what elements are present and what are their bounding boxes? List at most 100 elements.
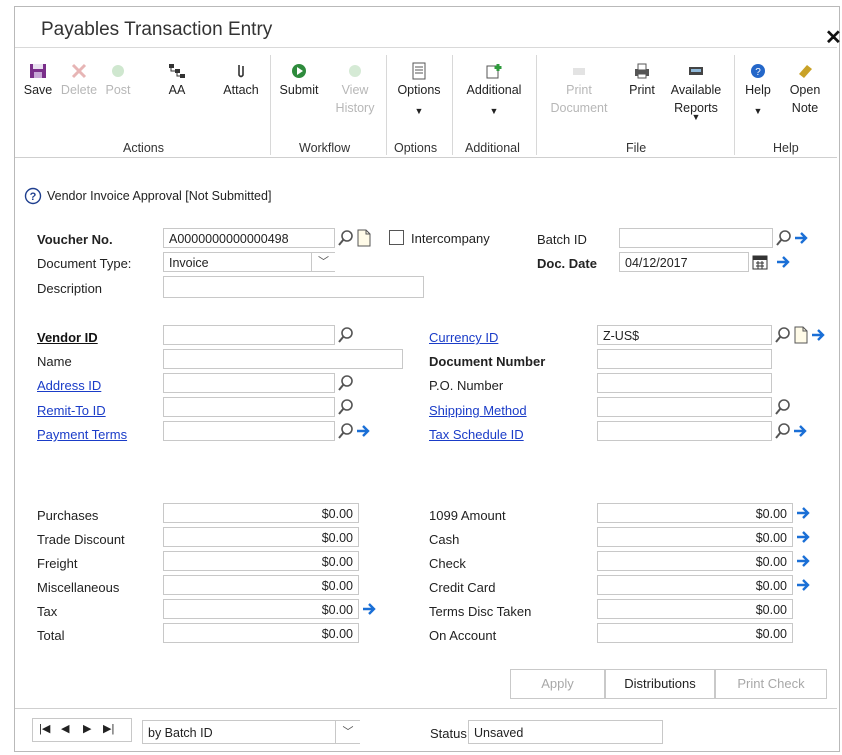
new-document-icon[interactable] [793, 326, 809, 344]
voucher-input[interactable]: A0000000000000498 [163, 228, 335, 248]
lookup-icon[interactable] [338, 326, 354, 344]
terms-disc-taken-amount[interactable]: $0.00 [597, 599, 793, 619]
total-label: Total [37, 628, 65, 643]
new-document-icon[interactable] [356, 229, 372, 247]
purchases-amount[interactable]: $0.00 [163, 503, 359, 523]
expand-arrow-icon[interactable] [796, 504, 812, 522]
payment-terms-input[interactable] [163, 421, 335, 441]
post-icon [112, 65, 124, 77]
tax-schedule-id-input[interactable] [597, 421, 772, 441]
attach-button[interactable]: Attach [218, 62, 264, 100]
po-number-input[interactable] [597, 373, 772, 393]
expand-arrow-icon[interactable] [796, 528, 812, 546]
expand-arrow-icon[interactable] [776, 253, 792, 271]
intercompany-checkbox[interactable] [389, 230, 404, 245]
miscellaneous-amount[interactable]: $0.00 [163, 575, 359, 595]
doc-date-label: Doc. Date [537, 256, 597, 271]
on-account-amount: $0.00 [597, 623, 793, 643]
name-input[interactable] [163, 349, 403, 369]
document-type-select[interactable]: Invoice [163, 252, 335, 272]
vendor-id-input[interactable] [163, 325, 335, 345]
options-button[interactable]: Options ▼ [390, 62, 448, 116]
expand-arrow-icon[interactable] [811, 326, 827, 344]
apply-button[interactable]: Apply [510, 669, 605, 699]
save-button[interactable]: Save [20, 62, 56, 100]
aa-button[interactable]: AA [160, 62, 194, 100]
expand-arrow-icon[interactable] [362, 600, 378, 618]
print-button[interactable]: Print [622, 62, 662, 100]
group-label-additional: Additional [465, 141, 520, 155]
svg-text:?: ? [755, 67, 761, 78]
currency-id-link[interactable]: Currency ID [429, 330, 498, 345]
cash-label: Cash [429, 532, 460, 547]
last-record-icon[interactable]: ▶| [103, 722, 114, 735]
batch-id-label: Batch ID [537, 232, 587, 247]
dropdown-arrow-icon: ▼ [414, 106, 424, 116]
address-id-link[interactable]: Address ID [37, 378, 101, 393]
reports-icon [689, 67, 703, 75]
tax-amount[interactable]: $0.00 [163, 599, 359, 619]
lookup-icon[interactable] [775, 398, 791, 416]
check-amount[interactable]: $0.00 [597, 551, 793, 571]
document-number-input[interactable] [597, 349, 772, 369]
distributions-button[interactable]: Distributions [605, 669, 715, 699]
description-input[interactable] [163, 276, 424, 298]
lookup-icon[interactable] [338, 374, 354, 392]
freight-amount[interactable]: $0.00 [163, 551, 359, 571]
batch-id-input[interactable] [619, 228, 773, 248]
lookup-icon[interactable] [338, 229, 354, 247]
delete-button[interactable]: Delete [58, 62, 100, 100]
trade-discount-label: Trade Discount [37, 532, 125, 547]
cash-amount[interactable]: $0.00 [597, 527, 793, 547]
status-label: Status [430, 726, 467, 741]
lookup-icon[interactable] [776, 229, 792, 247]
chevron-down-icon[interactable]: ﹀ [311, 253, 335, 271]
post-button[interactable]: Post [101, 62, 135, 100]
svg-text:?: ? [30, 191, 37, 203]
previous-record-icon[interactable]: ◀ [61, 722, 69, 735]
help-button[interactable]: ? Help ▼ [740, 62, 776, 116]
address-id-input[interactable] [163, 373, 335, 393]
vendor-id-link[interactable]: Vendor ID [37, 330, 98, 345]
expand-arrow-icon[interactable] [796, 576, 812, 594]
tax-schedule-id-link[interactable]: Tax Schedule ID [429, 427, 524, 442]
remit-to-id-input[interactable] [163, 397, 335, 417]
ribbon-separator [386, 55, 387, 155]
currency-id-input[interactable]: Z-US$ [597, 325, 772, 345]
chevron-down-icon[interactable]: ﹀ [335, 721, 360, 743]
expand-arrow-icon[interactable] [356, 422, 372, 440]
expand-arrow-icon[interactable] [794, 229, 810, 247]
additional-button[interactable]: Additional ▼ [456, 62, 532, 116]
paperclip-icon [238, 65, 244, 78]
help-circle-icon[interactable]: ? [24, 187, 42, 205]
view-history-button[interactable]: View History [328, 62, 382, 120]
terms-disc-taken-label: Terms Disc Taken [429, 604, 532, 619]
doc-date-input[interactable]: 04/12/2017 [619, 252, 749, 272]
shipping-method-link[interactable]: Shipping Method [429, 403, 527, 418]
available-reports-button[interactable]: Available Reports ▼ [664, 62, 728, 122]
calendar-icon[interactable] [752, 253, 768, 271]
remit-to-id-link[interactable]: Remit-To ID [37, 403, 106, 418]
print-document-button[interactable]: Print Document [540, 62, 618, 120]
print-check-button[interactable]: Print Check [715, 669, 827, 699]
purchases-label: Purchases [37, 508, 99, 523]
po-number-label: P.O. Number [429, 378, 504, 393]
lookup-icon[interactable] [338, 422, 354, 440]
credit-card-amount[interactable]: $0.00 [597, 575, 793, 595]
ribbon-separator [536, 55, 537, 155]
open-note-button[interactable]: Open Note [784, 62, 826, 120]
lookup-icon[interactable] [775, 326, 791, 344]
shipping-method-input[interactable] [597, 397, 772, 417]
first-record-icon[interactable]: |◀ [39, 722, 50, 735]
next-record-icon[interactable]: ▶ [83, 722, 91, 735]
expand-arrow-icon[interactable] [796, 552, 812, 570]
expand-arrow-icon[interactable] [793, 422, 809, 440]
1099-amount-input[interactable]: $0.00 [597, 503, 793, 523]
trade-discount-amount[interactable]: $0.00 [163, 527, 359, 547]
payment-terms-link[interactable]: Payment Terms [37, 427, 127, 442]
lookup-icon[interactable] [775, 422, 791, 440]
submit-button[interactable]: Submit [274, 62, 324, 100]
lookup-icon[interactable] [338, 398, 354, 416]
voucher-label: Voucher No. [37, 232, 113, 247]
sort-by-select[interactable]: by Batch ID [142, 720, 360, 744]
